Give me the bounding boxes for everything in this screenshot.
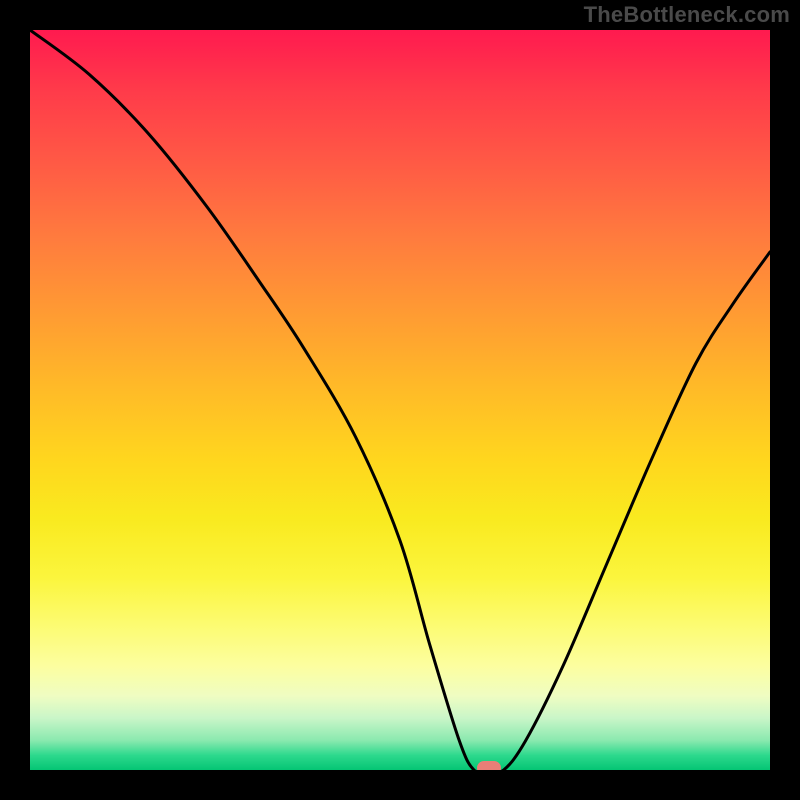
chart-frame: TheBottleneck.com xyxy=(0,0,800,800)
plot-area xyxy=(30,30,770,770)
watermark-text: TheBottleneck.com xyxy=(584,2,790,28)
optimal-point-marker xyxy=(477,761,501,770)
curve-path xyxy=(30,30,770,770)
bottleneck-curve xyxy=(30,30,770,770)
